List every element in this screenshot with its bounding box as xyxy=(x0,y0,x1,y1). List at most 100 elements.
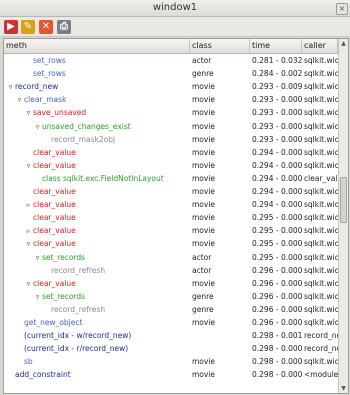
class-cell: movie xyxy=(192,121,216,131)
expander-icon[interactable]: ▿ xyxy=(33,121,42,134)
table-row[interactable]: sb movie 0.298 - 0.0001sqlkit.widge xyxy=(4,355,338,368)
table-row[interactable]: set_rows actor 0.281 - 0.0322sqlkit.widge xyxy=(4,54,338,67)
caller-cell: sqlkit.widge xyxy=(304,95,338,105)
scroll-thumb[interactable] xyxy=(340,177,347,223)
table-row[interactable]: record_refresh actor 0.296 - 0.0002 sqlkit.… xyxy=(4,264,338,277)
meth-cell: clear_value xyxy=(4,211,210,224)
time-cell: 0.293 - 0.0002 xyxy=(252,134,302,144)
table-row[interactable]: (current_idx - w/record_new) 0.298 - 0.00… xyxy=(4,329,338,342)
table-row[interactable]: record_refresh genre 0.296 - 0.0002 sqlkit.… xyxy=(4,303,338,316)
run-button[interactable]: ▶ xyxy=(4,20,18,34)
caller-cell: sqlkit.widge xyxy=(304,69,338,79)
table-row[interactable]: clear_value movie 0.294 - 0.0002sqlkit.wid… xyxy=(4,146,338,159)
expander-icon[interactable]: ▿ xyxy=(24,238,33,251)
caller-cell: sqlkit.widge xyxy=(304,304,338,314)
expander-icon[interactable]: ▿ xyxy=(24,160,33,173)
table-row[interactable]: ▿ clear_value movie 0.296 - 0.0002 sqlkit.wi… xyxy=(4,277,338,290)
class-cell: movie xyxy=(192,357,216,367)
table-row[interactable]: clear_value movie 0.294 - 0.0002sqlkit.wid… xyxy=(4,185,338,198)
time-cell: 0.296 - 0.0002 xyxy=(252,278,302,288)
window-title: window1 xyxy=(152,2,198,13)
table-row[interactable]: ▿ clear_value movie 0.294 - 0.0002 sqlkit.wi… xyxy=(4,159,338,172)
table-row[interactable]: record_mask2obj movie 0.293 - 0.0002 sqlkit… xyxy=(4,133,338,146)
toolbar: ▶ ✎ ✕ ⎙ xyxy=(0,17,350,37)
meth-cell: set_rows xyxy=(4,67,210,80)
expander-icon[interactable]: ▿ xyxy=(24,107,33,120)
class-cell: movie xyxy=(192,278,216,288)
meth-label: record_mask2obj xyxy=(51,134,116,144)
column-header-meth[interactable]: meth xyxy=(4,39,190,53)
meth-cell: ▿ record_new xyxy=(4,80,192,94)
time-cell: 0.293 - 0.0090 xyxy=(252,82,302,92)
time-cell: 0.296 - 0.0002 xyxy=(252,318,302,327)
meth-cell: ▹ clear_value xyxy=(4,224,210,238)
meth-cell: ▿ set_records xyxy=(4,290,219,304)
table-row[interactable]: ▿ set_records actor 0.295 - 0.0003 sqlkit.wi… xyxy=(4,251,338,264)
caller-cell: sqlkit.widge xyxy=(304,278,338,288)
class-cell: movie xyxy=(192,147,216,157)
table-row[interactable]: get_new_object movie 0.296 - 0.0002 sqlkit.… xyxy=(4,316,338,329)
column-header-class[interactable]: class xyxy=(190,39,250,53)
table-row[interactable]: clear_value movie 0.295 - 0.0002sqlkit.wid… xyxy=(4,211,338,224)
table-row[interactable]: ▿ unsaved_changes_exist movie 0.293 - 0.000… xyxy=(4,120,338,133)
table-row[interactable]: ▹ clear_value movie 0.295 - 0.0002 sqlkit.wi… xyxy=(4,224,338,237)
meth-cell: sb xyxy=(4,355,201,368)
meth-label: (current_idx - r/record_new) xyxy=(24,344,129,354)
table-row[interactable]: (current_idx - r/record_new) 0.298 - 0.00… xyxy=(4,342,338,355)
vertical-scrollbar[interactable]: ▲ ▼ xyxy=(338,39,348,393)
meth-label: clear_value xyxy=(33,200,76,210)
scroll-up-icon[interactable]: ▲ xyxy=(339,39,348,48)
expander-icon[interactable]: ▹ xyxy=(24,225,33,238)
close-icon[interactable]: × xyxy=(336,3,348,15)
expander-icon[interactable]: ▹ xyxy=(24,199,33,212)
caller-cell: sqlkit.widge xyxy=(304,121,338,131)
expander-icon[interactable]: ▿ xyxy=(33,252,42,265)
time-cell: 0.294 - 0.0002 xyxy=(252,160,302,170)
class-cell: genre xyxy=(192,291,214,301)
time-cell: 0.295 - 0.0002 xyxy=(252,213,302,223)
meth-cell: ▿ clear_value xyxy=(4,277,210,291)
class-cell: actor xyxy=(192,252,212,262)
broom-button[interactable]: ✎ xyxy=(21,20,35,34)
print-button[interactable]: ⎙ xyxy=(57,20,71,34)
time-cell: 0.284 - 0.0027 xyxy=(252,69,302,79)
expander-icon[interactable]: ▿ xyxy=(24,278,33,291)
caller-cell: record_nev xyxy=(304,331,338,341)
table-row[interactable]: add_constraint movie 0.298 - 0.0003 <module… xyxy=(4,368,338,381)
meth-cell: clear_value xyxy=(4,146,210,159)
meth-cell: add_constraint xyxy=(4,368,192,381)
table-row[interactable]: ▿ clear_value movie 0.295 - 0.0002 sqlkit.wi… xyxy=(4,237,338,250)
column-header-time[interactable]: time xyxy=(250,39,302,53)
time-cell: 0.294 - 0.0002 xyxy=(252,173,302,183)
class-cell: movie xyxy=(192,95,216,105)
table-row[interactable]: ▿ set_records genre 0.296 - 0.0002 sqlkit.wi… xyxy=(4,290,338,303)
scroll-down-icon[interactable]: ▼ xyxy=(339,384,348,393)
meth-label: clear_value xyxy=(33,278,76,288)
meth-label: record_refresh xyxy=(51,265,106,275)
table-row[interactable]: ▹ clear_value movie 0.294 - 0.0002 sqlkit.wi… xyxy=(4,198,338,211)
window-titlebar[interactable]: window1 × xyxy=(0,0,350,17)
time-cell: 0.298 - 0.0002 xyxy=(252,344,302,354)
meth-label: unsaved_changes_exist xyxy=(42,121,131,131)
class-cell: actor xyxy=(192,56,212,65)
caller-cell: sqlkit.widge xyxy=(304,147,338,157)
time-cell: 0.295 - 0.0002 xyxy=(252,239,302,249)
meth-cell: ▿ clear_value xyxy=(4,159,210,173)
class-cell: movie xyxy=(192,173,216,183)
profile-tree[interactable]: meth class time caller set_rows actor 0.28… xyxy=(3,38,349,394)
table-row[interactable]: ▿ save_unsaved movie 0.293 - 0.0002 sqlkit.w… xyxy=(4,106,338,119)
column-header-caller[interactable]: caller xyxy=(302,39,338,53)
table-row[interactable]: ▿clear_maskmovie0.293 - 0.0002sqlkit.wid… xyxy=(4,93,338,106)
class-cell: movie xyxy=(192,160,216,170)
table-row[interactable]: set_rows genre 0.284 - 0.0027sqlkit.widge xyxy=(4,67,338,80)
expander-icon[interactable]: ▿ xyxy=(33,291,42,304)
time-cell: 0.294 - 0.0002 xyxy=(252,147,302,157)
stop-button[interactable]: ✕ xyxy=(39,20,53,34)
time-cell: 0.294 - 0.0002 xyxy=(252,200,302,210)
meth-label: record_new xyxy=(15,82,59,92)
expander-icon[interactable]: ▿ xyxy=(15,94,24,107)
table-row[interactable]: ▿record_newmovie0.293 - 0.0090sqlkit.wid… xyxy=(4,80,338,93)
expander-icon[interactable]: ▿ xyxy=(6,81,15,94)
table-row[interactable]: class sqlkit.exc.FieldNotInLayout movie 0.… xyxy=(4,172,338,185)
class-cell: movie xyxy=(192,187,216,196)
